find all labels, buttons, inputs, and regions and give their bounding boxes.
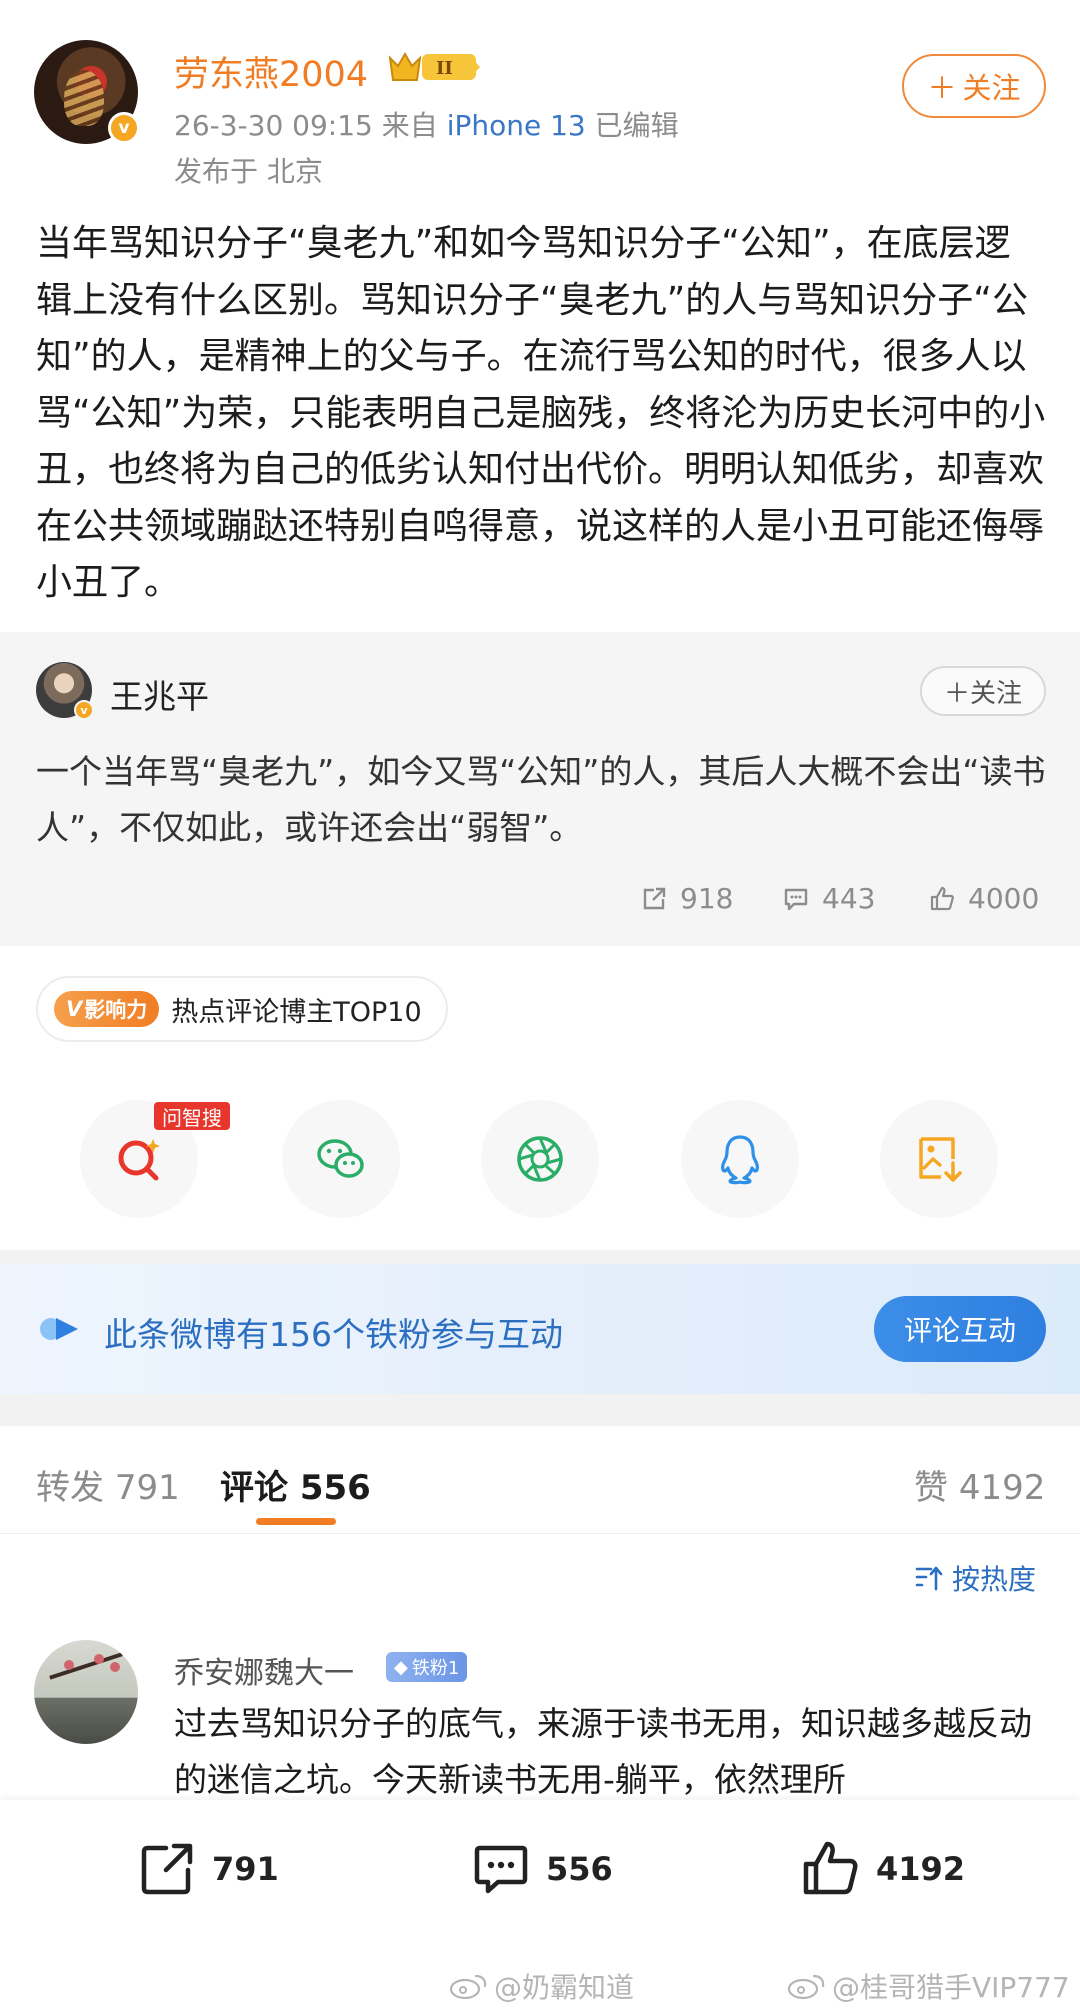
wechat-share-button[interactable] [282,1100,400,1218]
level-badge: II [436,58,453,79]
like-action-count: 4192 [876,1850,966,1888]
iron-fan-badge-label: 铁粉1 [411,1658,460,1679]
commenter-avatar[interactable] [34,1640,138,1744]
comment-interact-button[interactable]: 评论互动 [874,1296,1046,1362]
iron-fans-icon [40,1318,78,1340]
influence-tag[interactable]: V 影响力 热点评论博主TOP10 [36,976,448,1042]
repost-like-count: 4000 [968,882,1040,915]
save-image-button[interactable] [880,1100,998,1218]
interaction-tabs: 转发 791 评论 556 赞 4192 [0,1426,1080,1534]
influence-text: 热点评论博主TOP10 [171,996,422,1028]
repost-text: 一个当年骂“臭老九”，如今又骂“公知”的人，其后人大概不会出“读书人”，不仅如此… [36,752,1046,847]
tab-comments-label: 评论 [220,1468,288,1508]
comment-action-button[interactable]: 556 [470,1838,613,1900]
qq-penguin-icon [721,1135,759,1185]
repost-share-count: 918 [680,882,734,915]
verified-badge-icon: v [74,700,94,720]
section-divider [0,1250,1080,1264]
post-timestamp: 26-3-30 09:15 [174,109,373,142]
comment-icon [784,888,808,910]
share-icon [643,887,666,909]
watermark-right: @桂哥猎手VIP777 [786,1966,1070,2006]
iron-fans-banner[interactable]: 此条微博有156个铁粉参与互动 评论互动 [0,1264,1080,1394]
iron-fans-text: 此条微博有156个铁粉参与互动 [104,1315,563,1354]
tab-reposts[interactable]: 转发 791 [36,1460,180,1509]
influence-badge: V 影响力 [54,991,160,1027]
plus-icon: ＋ [927,71,957,105]
section-divider [0,1394,1080,1426]
repost-share-icon [141,1843,193,1895]
diamond-icon: ◆ [394,1656,408,1678]
watermarks: @奶霸知道 @桂哥猎手VIP777 [0,1966,1080,2006]
repost-comment-stat[interactable]: 443 [782,882,875,915]
commenter-name[interactable]: 乔安娜魏大一 [174,1648,354,1692]
sort-by-hot-button[interactable]: 按热度 [914,1558,1036,1598]
comment-bubble-icon [474,1845,528,1894]
tab-likes[interactable]: 赞 4192 [914,1460,1045,1509]
moments-share-button[interactable] [481,1100,599,1218]
post-location: 发布于 北京 [174,155,323,188]
verified-badge-icon: v [108,112,140,144]
repost-action-count: 791 [212,1850,279,1888]
repost-stats: 918 443 4000 [0,882,1080,922]
thumbs-up-icon [930,886,954,910]
active-tab-indicator [256,1518,336,1525]
follow-label: 关注 [962,71,1021,105]
reposted-card[interactable]: v 王兆平 ＋ 关注 一个当年骂“臭老九”，如今又骂“公知”的人，其后人大概不会… [0,632,1080,946]
repost-share-stat[interactable]: 918 [640,882,733,915]
sort-icon [915,1566,943,1591]
influence-badge-label: 影响力 [84,998,148,1022]
device-label[interactable]: iPhone 13 [447,109,586,142]
post-body: 当年骂知识分子“臭老九”和如今骂知识分子“公知”，在底层逻辑上没有什么区别。骂知… [36,223,1046,603]
watermark-left-text: @奶霸知道 [494,1971,635,2004]
post-header: v 劳东燕2004 II 26-3-30 09:15 来自 iPhone 13 … [0,0,1080,200]
comment-item[interactable]: 乔安娜魏大一 ◆ 铁粉1 过去骂知识分子的底气，来源于读书无用，知识越多越反动的… [0,1640,1080,1800]
follow-label: 关注 [970,678,1023,709]
follow-button[interactable]: ＋ 关注 [902,54,1046,118]
save-image-icon [919,1137,962,1182]
sort-label: 按热度 [952,1563,1037,1596]
edited-label[interactable]: 已编辑 [595,109,679,142]
moments-aperture-icon [517,1136,563,1182]
tab-likes-label: 赞 [914,1468,948,1508]
iron-fan-badge[interactable]: ◆ 铁粉1 [386,1652,468,1682]
comment-text: 过去骂知识分子的底气，来源于读书无用，知识越多越反动的迷信之坑。今天新读书无用-… [174,1704,1032,1799]
v-icon: V [66,997,83,1021]
comment-action-count: 556 [546,1850,613,1888]
like-action-button[interactable]: 4192 [800,1838,965,1900]
ai-search-tag: 问智搜 [154,1102,230,1130]
weibo-logo-icon [449,1974,487,2000]
tab-comments[interactable]: 评论 556 [220,1460,371,1509]
weibo-logo-icon [787,1974,825,2000]
ai-search-icon [118,1139,160,1181]
source-prefix: 来自 [381,109,438,142]
watermark-right-text: @桂哥猎手VIP777 [832,1971,1070,2004]
repost-comment-count: 443 [822,882,876,915]
tab-comments-count: 556 [299,1468,371,1508]
watermark-left: @奶霸知道 [448,1966,634,2006]
qq-share-button[interactable] [681,1100,799,1218]
wechat-icon [317,1139,364,1178]
repost-follow-button[interactable]: ＋ 关注 [920,666,1046,716]
tab-reposts-count: 791 [114,1468,180,1508]
tab-likes-count: 4192 [958,1468,1046,1508]
repost-like-stat[interactable]: 4000 [928,882,1039,915]
member-crown-icon[interactable]: II [386,48,482,86]
tab-reposts-label: 转发 [36,1468,104,1508]
plus-icon: ＋ [943,678,970,709]
repost-action-button[interactable]: 791 [136,1838,279,1900]
repost-author-name[interactable]: 王兆平 [110,670,209,718]
thumbs-up-icon [803,1841,858,1895]
post-meta: 26-3-30 09:15 来自 iPhone 13 已编辑 [174,104,679,144]
author-name[interactable]: 劳东燕2004 [174,46,368,97]
